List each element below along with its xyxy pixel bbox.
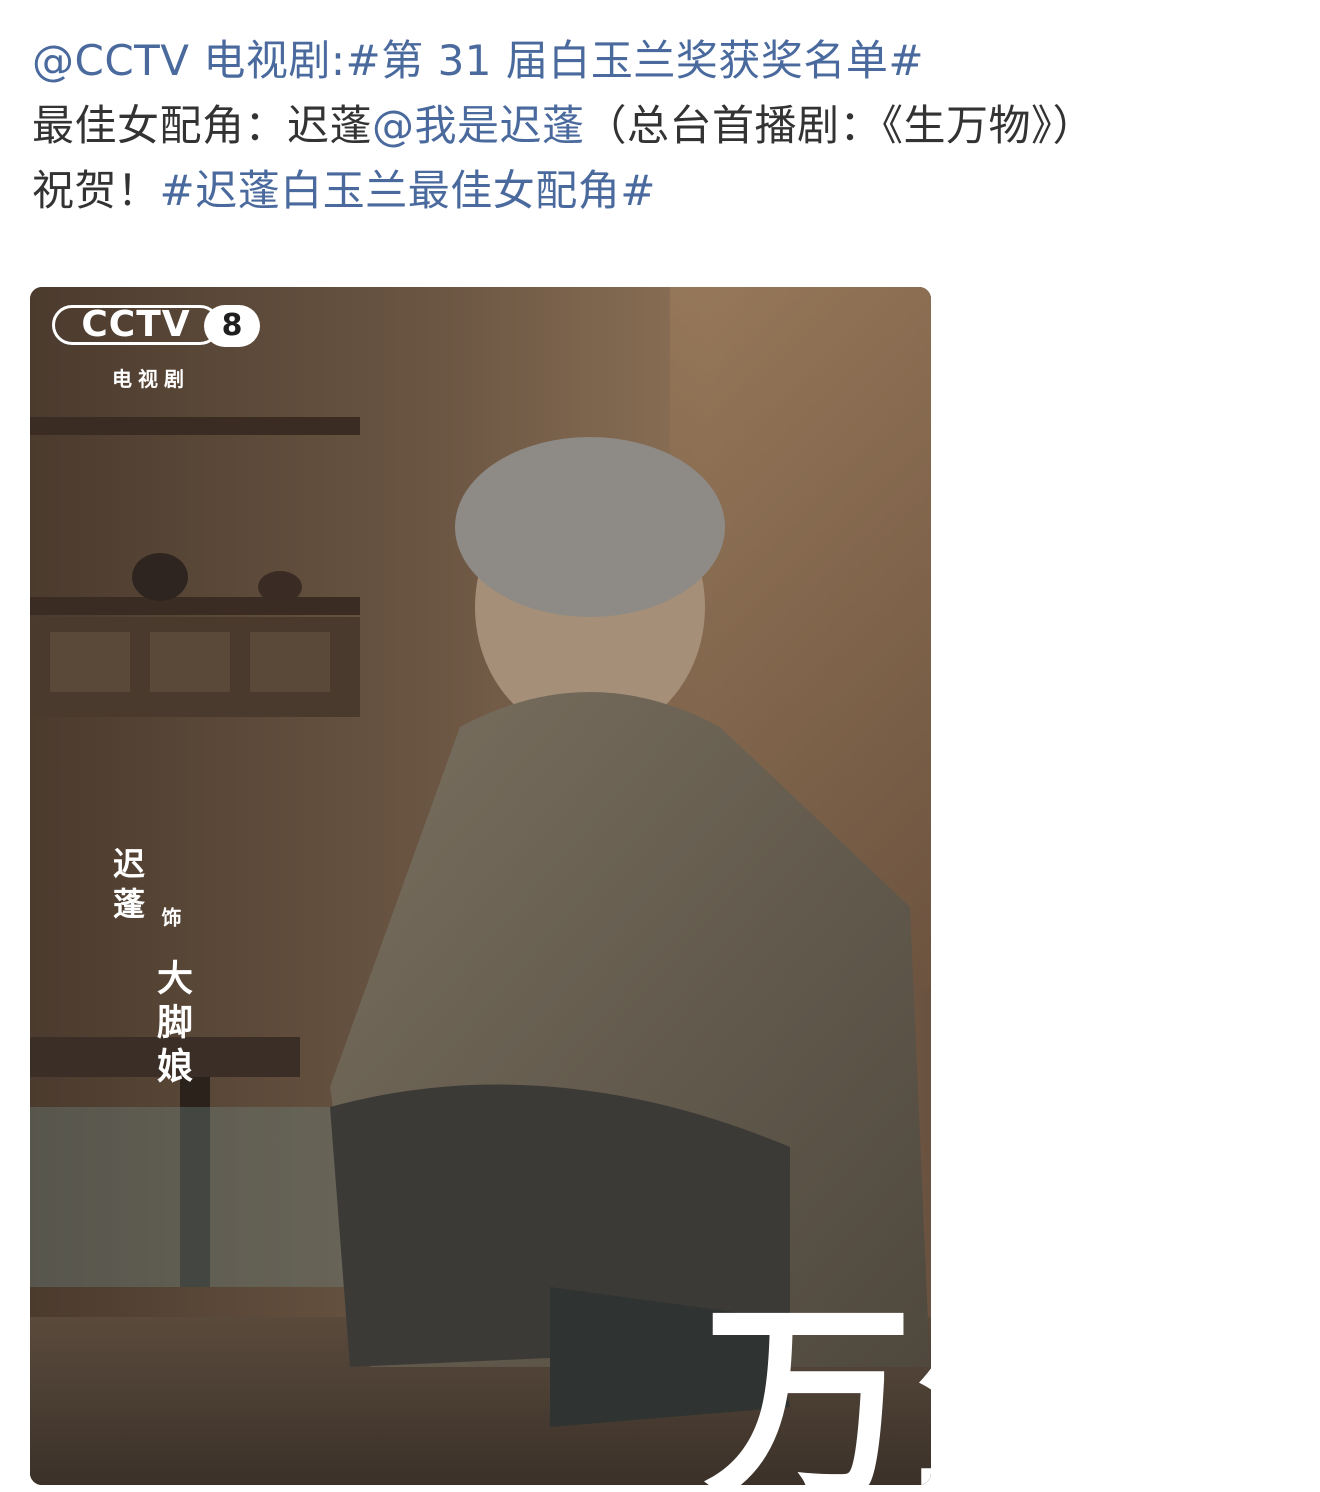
- post-image[interactable]: CCTV 8 电视剧 迟蓬 饰 大脚娘 生万: [30, 287, 931, 1485]
- mention-link[interactable]: @CCTV 电视剧: [32, 36, 331, 85]
- cctv-logo-mark: CCTV: [52, 305, 220, 345]
- paren-note: （总台首播剧：《生万物》）: [584, 101, 1096, 150]
- congrats-text: 祝贺！: [32, 166, 160, 215]
- actor-name: 迟蓬: [108, 847, 146, 927]
- award-label: 最佳女配角：迟蓬: [32, 101, 373, 150]
- role-name: 大脚娘: [151, 959, 193, 1091]
- drama-title-glyph: 生万: [667, 1292, 931, 1485]
- cctv-channel-subtitle: 电视剧: [112, 367, 190, 391]
- mention-colon: :: [330, 36, 346, 85]
- hashtag-award-list[interactable]: #第 31 届白玉兰奖获奖名单#: [346, 36, 925, 85]
- as-label: 饰: [158, 907, 182, 935]
- post-line-3: 祝贺！#迟蓬白玉兰最佳女配角#: [32, 158, 1302, 223]
- post-line-2: 最佳女配角：迟蓬@我是迟蓬（总台首播剧：《生万物》）: [32, 93, 1302, 158]
- post-text: @CCTV 电视剧:#第 31 届白玉兰奖获奖名单# 最佳女配角：迟蓬@我是迟蓬…: [32, 28, 1302, 223]
- post-line-1: @CCTV 电视剧:#第 31 届白玉兰奖获奖名单#: [32, 28, 1302, 93]
- cctv8-logo: CCTV 8 电视剧: [52, 305, 262, 395]
- cctv-channel-number: 8: [204, 305, 260, 347]
- hashtag-actor-award[interactable]: #迟蓬白玉兰最佳女配角#: [160, 166, 656, 215]
- mention-actor[interactable]: @我是迟蓬: [372, 101, 585, 150]
